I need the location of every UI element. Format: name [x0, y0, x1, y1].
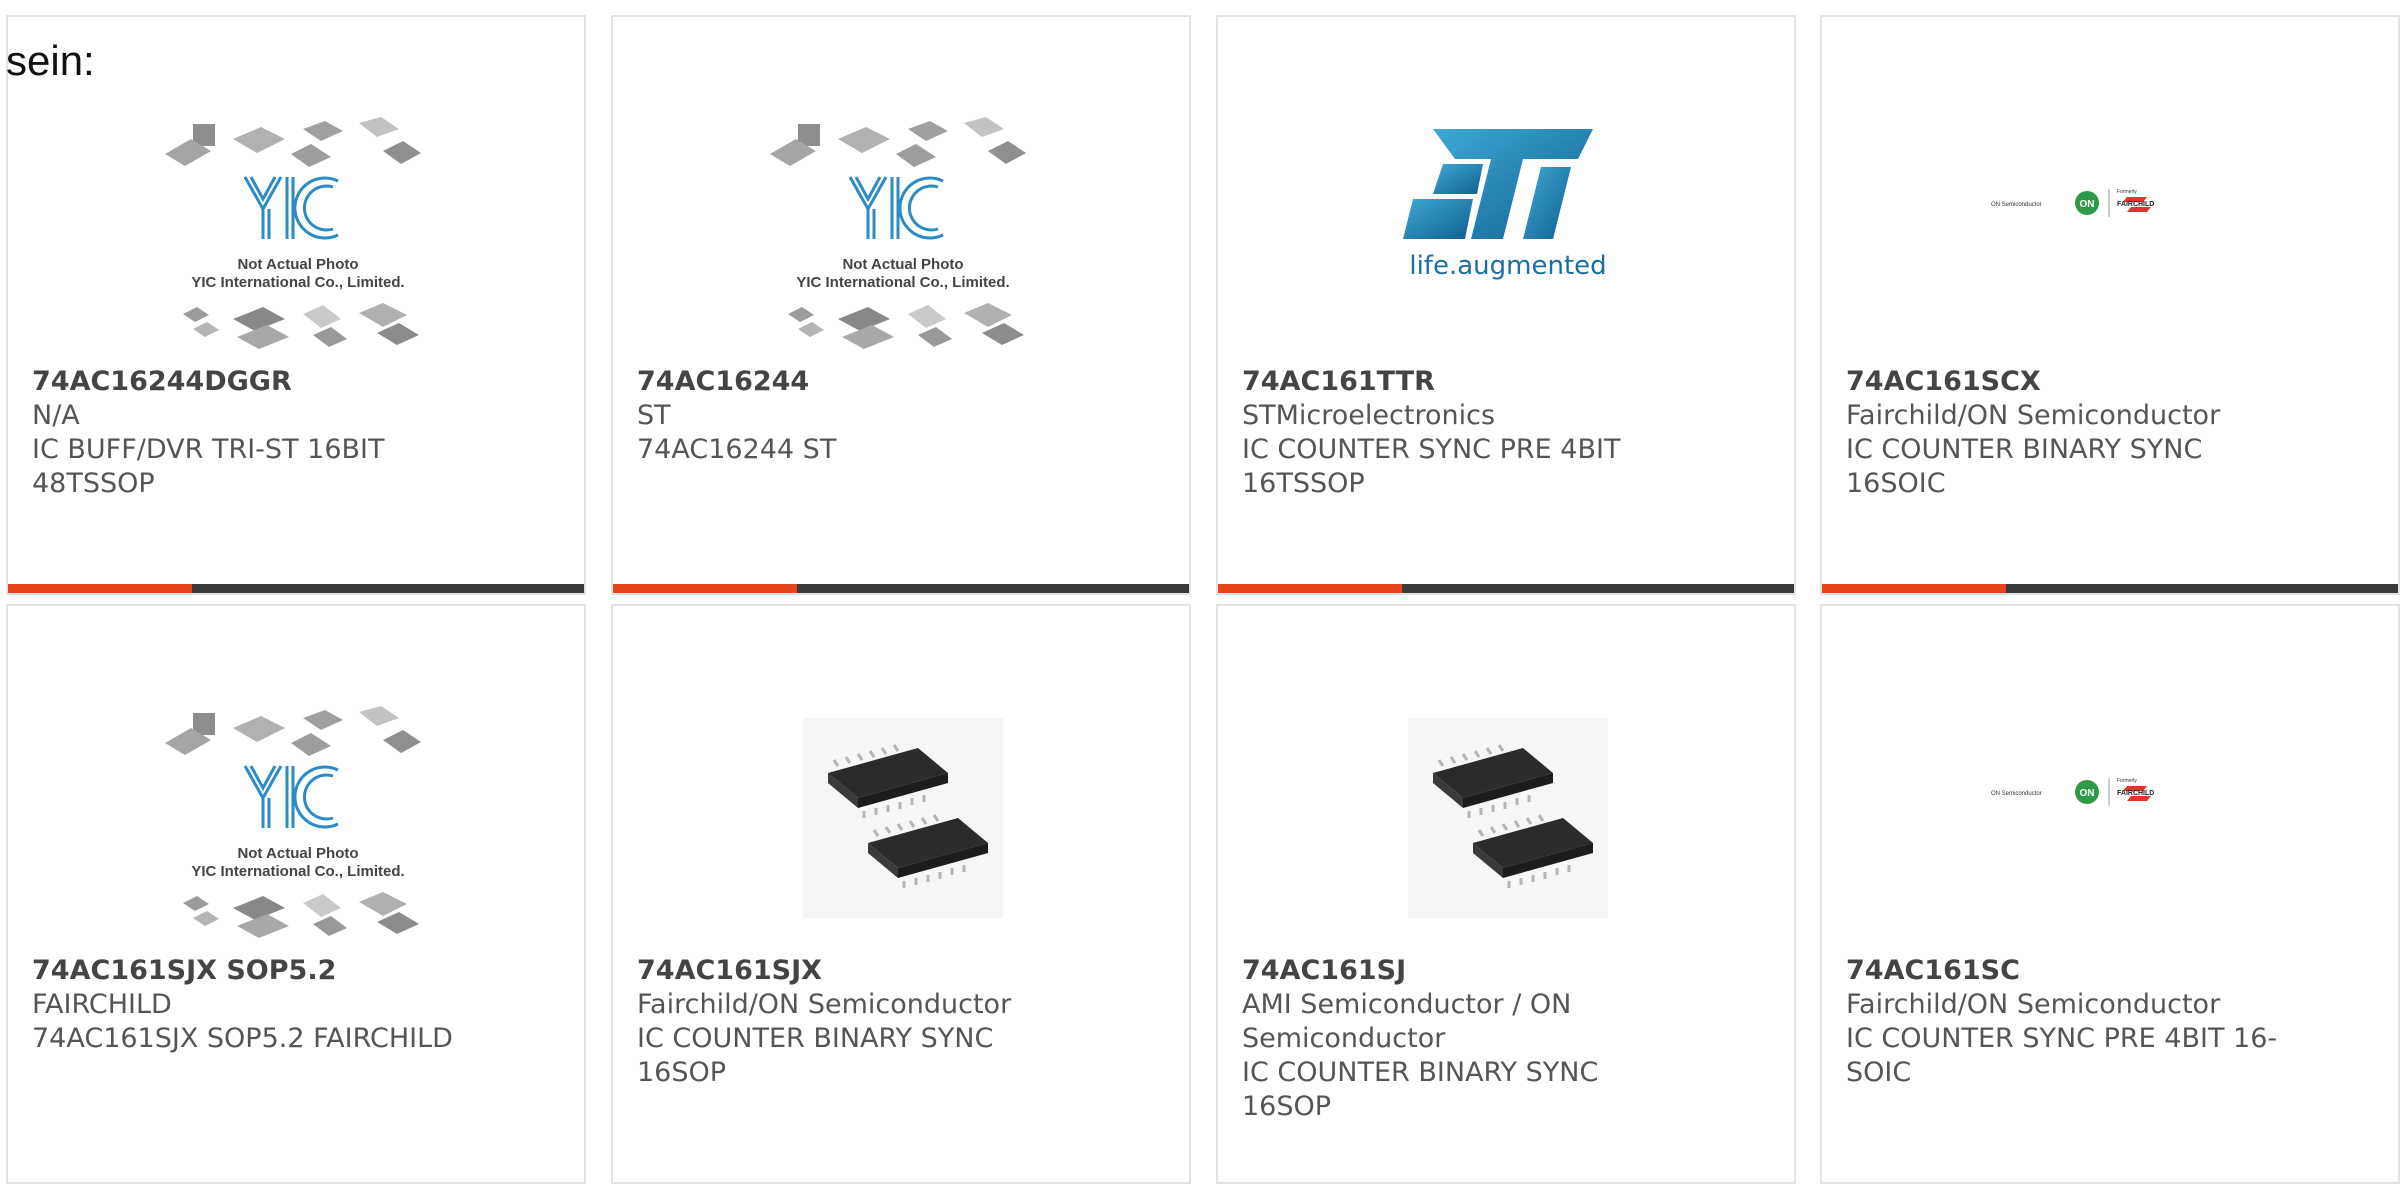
formerly-label: Formerly [2117, 189, 2137, 195]
description-line: 48TSSOP [32, 468, 155, 499]
placeholder-caption-line1: Not Actual Photo [842, 256, 963, 273]
manufacturer: Fairchild/ON Semiconductor [1846, 400, 2221, 431]
card-accent-bar [1822, 584, 2398, 593]
placeholder-caption-line2: YIC International Co., Limited. [191, 863, 404, 880]
placeholder-caption-line2: YIC International Co., Limited. [191, 274, 404, 291]
product-card[interactable]: Not Actual Photo YIC International Co., … [611, 15, 1191, 595]
product-image[interactable] [768, 698, 1038, 948]
card-accent-bar [8, 584, 584, 593]
placeholder-caption-line1: Not Actual Photo [237, 256, 358, 273]
part-number-link[interactable]: 74AC16244DGGR [32, 365, 554, 399]
product-image[interactable]: Not Actual Photo YIC International Co., … [768, 109, 1038, 359]
product-card[interactable]: ON Semiconductor ON Formerly FAIRCHILD 7… [1820, 604, 2400, 1184]
manufacturer: FAIRCHILD [32, 989, 172, 1020]
yic-placeholder-image: Not Actual Photo YIC International Co., … [165, 706, 421, 938]
description-line: IC BUFF/DVR TRI-ST 16BIT [32, 434, 385, 465]
product-card[interactable]: 74AC161SJ AMI Semiconductor / ON Semicon… [1216, 604, 1796, 1184]
product-card[interactable]: ON Semiconductor ON Formerly FAIRCHILD 7… [1820, 15, 2400, 595]
product-info: 74AC161TTR STMicroelectronics IC COUNTER… [1242, 365, 1764, 501]
fairchild-wordmark: FAIRCHILD [2117, 790, 2154, 797]
part-number-link[interactable]: 74AC161SCX [1846, 365, 2368, 399]
product-image[interactable]: Not Actual Photo YIC International Co., … [163, 109, 433, 359]
description-line: 16SOP [1242, 1091, 1332, 1122]
product-image[interactable]: life.augmented [1373, 109, 1643, 359]
product-info: 74AC16244 ST 74AC16244 ST [637, 365, 1159, 467]
description-line: IC COUNTER BINARY SYNC [1846, 434, 2203, 465]
lead-text: sein: [6, 37, 95, 84]
yic-placeholder-image: Not Actual Photo YIC International Co., … [770, 117, 1026, 349]
description-line: 16SOP [637, 1057, 727, 1088]
product-image[interactable] [1373, 698, 1643, 948]
description-line: 74AC161SJX SOP5.2 FAIRCHILD [32, 1023, 453, 1054]
onsemi-wordmark: ON Semiconductor [1991, 791, 2042, 797]
manufacturer-continued: Semiconductor [1242, 1023, 1446, 1054]
manufacturer: STMicroelectronics [1242, 400, 1496, 431]
description-line: IC COUNTER BINARY SYNC [1242, 1057, 1599, 1088]
part-number-link[interactable]: 74AC161SJX [637, 954, 1159, 988]
fairchild-wordmark: FAIRCHILD [2117, 201, 2154, 208]
product-info: 74AC161SC Fairchild/ON Semiconductor IC … [1846, 954, 2368, 1090]
product-info: 74AC161SJ AMI Semiconductor / ON Semicon… [1242, 954, 1764, 1124]
product-card[interactable]: Not Actual Photo YIC International Co., … [6, 604, 586, 1184]
product-image[interactable]: Not Actual Photo YIC International Co., … [163, 698, 433, 948]
description-line: IC COUNTER BINARY SYNC [637, 1023, 994, 1054]
manufacturer: ST [637, 400, 671, 431]
product-image[interactable]: ON Semiconductor ON Formerly FAIRCHILD [1977, 109, 2247, 359]
yic-placeholder-image: Not Actual Photo YIC International Co., … [165, 117, 421, 349]
product-image[interactable]: ON Semiconductor ON Formerly FAIRCHILD [1977, 698, 2247, 948]
product-card[interactable]: 74AC161SJX Fairchild/ON Semiconductor IC… [611, 604, 1191, 1184]
svg-text:ON: ON [2080, 788, 2095, 799]
description-line: IC COUNTER SYNC PRE 4BIT 16- [1846, 1023, 2278, 1054]
part-number-link[interactable]: 74AC16244 [637, 365, 1159, 399]
product-info: 74AC161SJX SOP5.2 FAIRCHILD 74AC161SJX S… [32, 954, 554, 1056]
placeholder-caption-line2: YIC International Co., Limited. [796, 274, 1009, 291]
svg-text:ON: ON [2080, 199, 2095, 210]
soic-chip-photo [803, 718, 1003, 918]
product-card[interactable]: life.augmented 74AC161TTR STMicroelectro… [1216, 15, 1796, 595]
st-logo: life.augmented [1403, 129, 1607, 281]
card-accent-bar [1218, 584, 1794, 593]
onsemi-wordmark: ON Semiconductor [1991, 202, 2042, 208]
description-line: 16SOIC [1846, 468, 1946, 499]
soic-chip-photo [1408, 718, 1608, 918]
manufacturer: Fairchild/ON Semiconductor [1846, 989, 2221, 1020]
placeholder-caption-line1: Not Actual Photo [237, 845, 358, 862]
product-card[interactable]: Not Actual Photo YIC International Co., … [6, 15, 586, 595]
manufacturer: Fairchild/ON Semiconductor [637, 989, 1012, 1020]
description-line: IC COUNTER SYNC PRE 4BIT [1242, 434, 1621, 465]
description-line: 16TSSOP [1242, 468, 1365, 499]
manufacturer: N/A [32, 400, 80, 431]
part-number-link[interactable]: 74AC161TTR [1242, 365, 1764, 399]
onsemi-fairchild-logo: ON Semiconductor ON Formerly FAIRCHILD [1991, 189, 2154, 217]
part-number-link[interactable]: 74AC161SJ [1242, 954, 1764, 988]
description-line: 74AC16244 ST [637, 434, 837, 465]
formerly-label: Formerly [2117, 778, 2137, 784]
part-number-link[interactable]: 74AC161SC [1846, 954, 2368, 988]
product-info: 74AC161SCX Fairchild/ON Semiconductor IC… [1846, 365, 2368, 501]
description-line: SOIC [1846, 1057, 1912, 1088]
product-info: 74AC16244DGGR N/A IC BUFF/DVR TRI-ST 16B… [32, 365, 554, 501]
st-tagline: life.augmented [1409, 251, 1606, 281]
onsemi-fairchild-logo: ON Semiconductor ON Formerly FAIRCHILD [1991, 778, 2154, 806]
manufacturer: AMI Semiconductor / ON [1242, 989, 1572, 1020]
part-number-link[interactable]: 74AC161SJX SOP5.2 [32, 954, 554, 988]
card-accent-bar [613, 584, 1189, 593]
product-info: 74AC161SJX Fairchild/ON Semiconductor IC… [637, 954, 1159, 1090]
